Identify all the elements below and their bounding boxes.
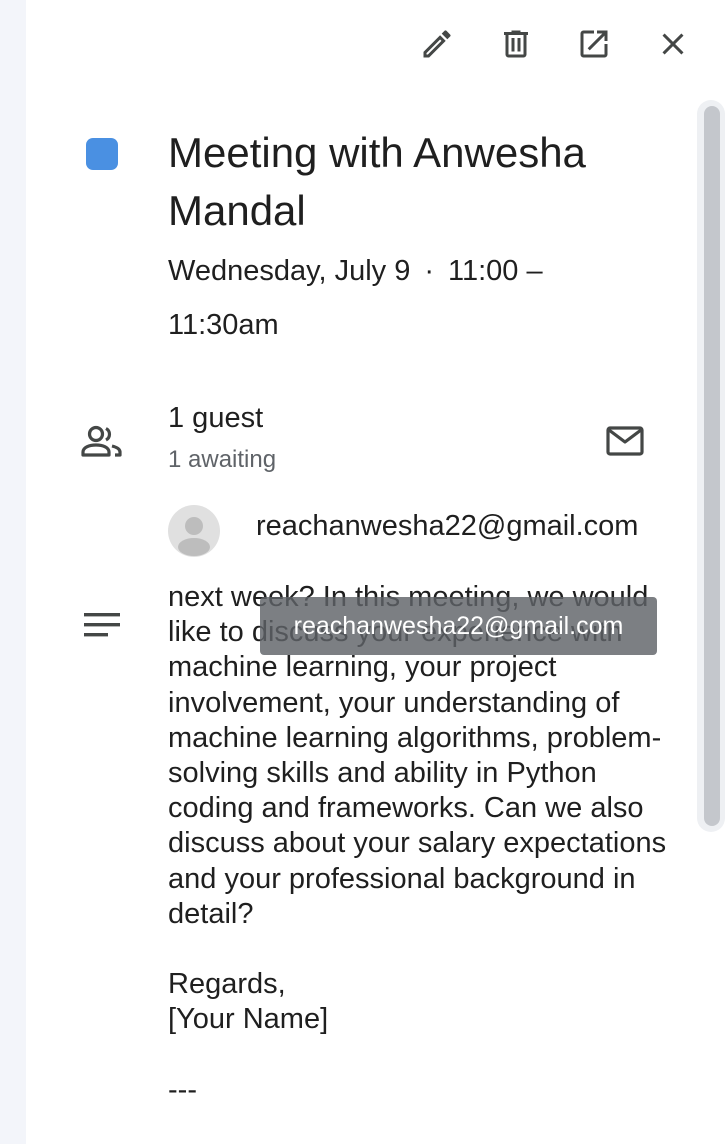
close-icon	[662, 33, 684, 55]
open-in-new-icon	[580, 30, 608, 58]
email-tooltip: reachanwesha22@gmail.com	[260, 597, 657, 655]
scrollbar-thumb[interactable]	[704, 106, 720, 826]
person-placeholder-icon	[178, 517, 210, 556]
event-description: next week? In this meeting, we would lik…	[168, 581, 667, 1106]
description-icon	[84, 613, 120, 637]
left-panel-edge	[0, 0, 26, 1144]
mail-icon	[606, 426, 644, 456]
people-icon	[81, 425, 122, 457]
pencil-icon	[423, 30, 451, 58]
event-title: Meeting with Anwesha Mandal	[168, 129, 586, 234]
datetime-separator: ·	[424, 255, 435, 287]
event-datetime: Wednesday, July 9 · 11:00 – 11:30am	[168, 244, 638, 352]
edit-button[interactable]	[415, 22, 459, 66]
close-button[interactable]	[651, 22, 695, 66]
guests-awaiting: 1 awaiting	[168, 446, 277, 473]
guest-avatar	[168, 505, 220, 557]
trash-icon	[504, 30, 528, 58]
guest-email[interactable]: reachanwesha22@gmail.com	[256, 510, 662, 543]
event-toolbar	[0, 22, 726, 66]
guests-count: 1 guest	[168, 402, 264, 434]
event-date: Wednesday, July 9	[168, 255, 411, 287]
event-color-swatch	[86, 138, 118, 170]
email-guests-button[interactable]	[602, 420, 648, 462]
delete-button[interactable]	[494, 22, 538, 66]
open-in-new-button[interactable]	[572, 22, 616, 66]
